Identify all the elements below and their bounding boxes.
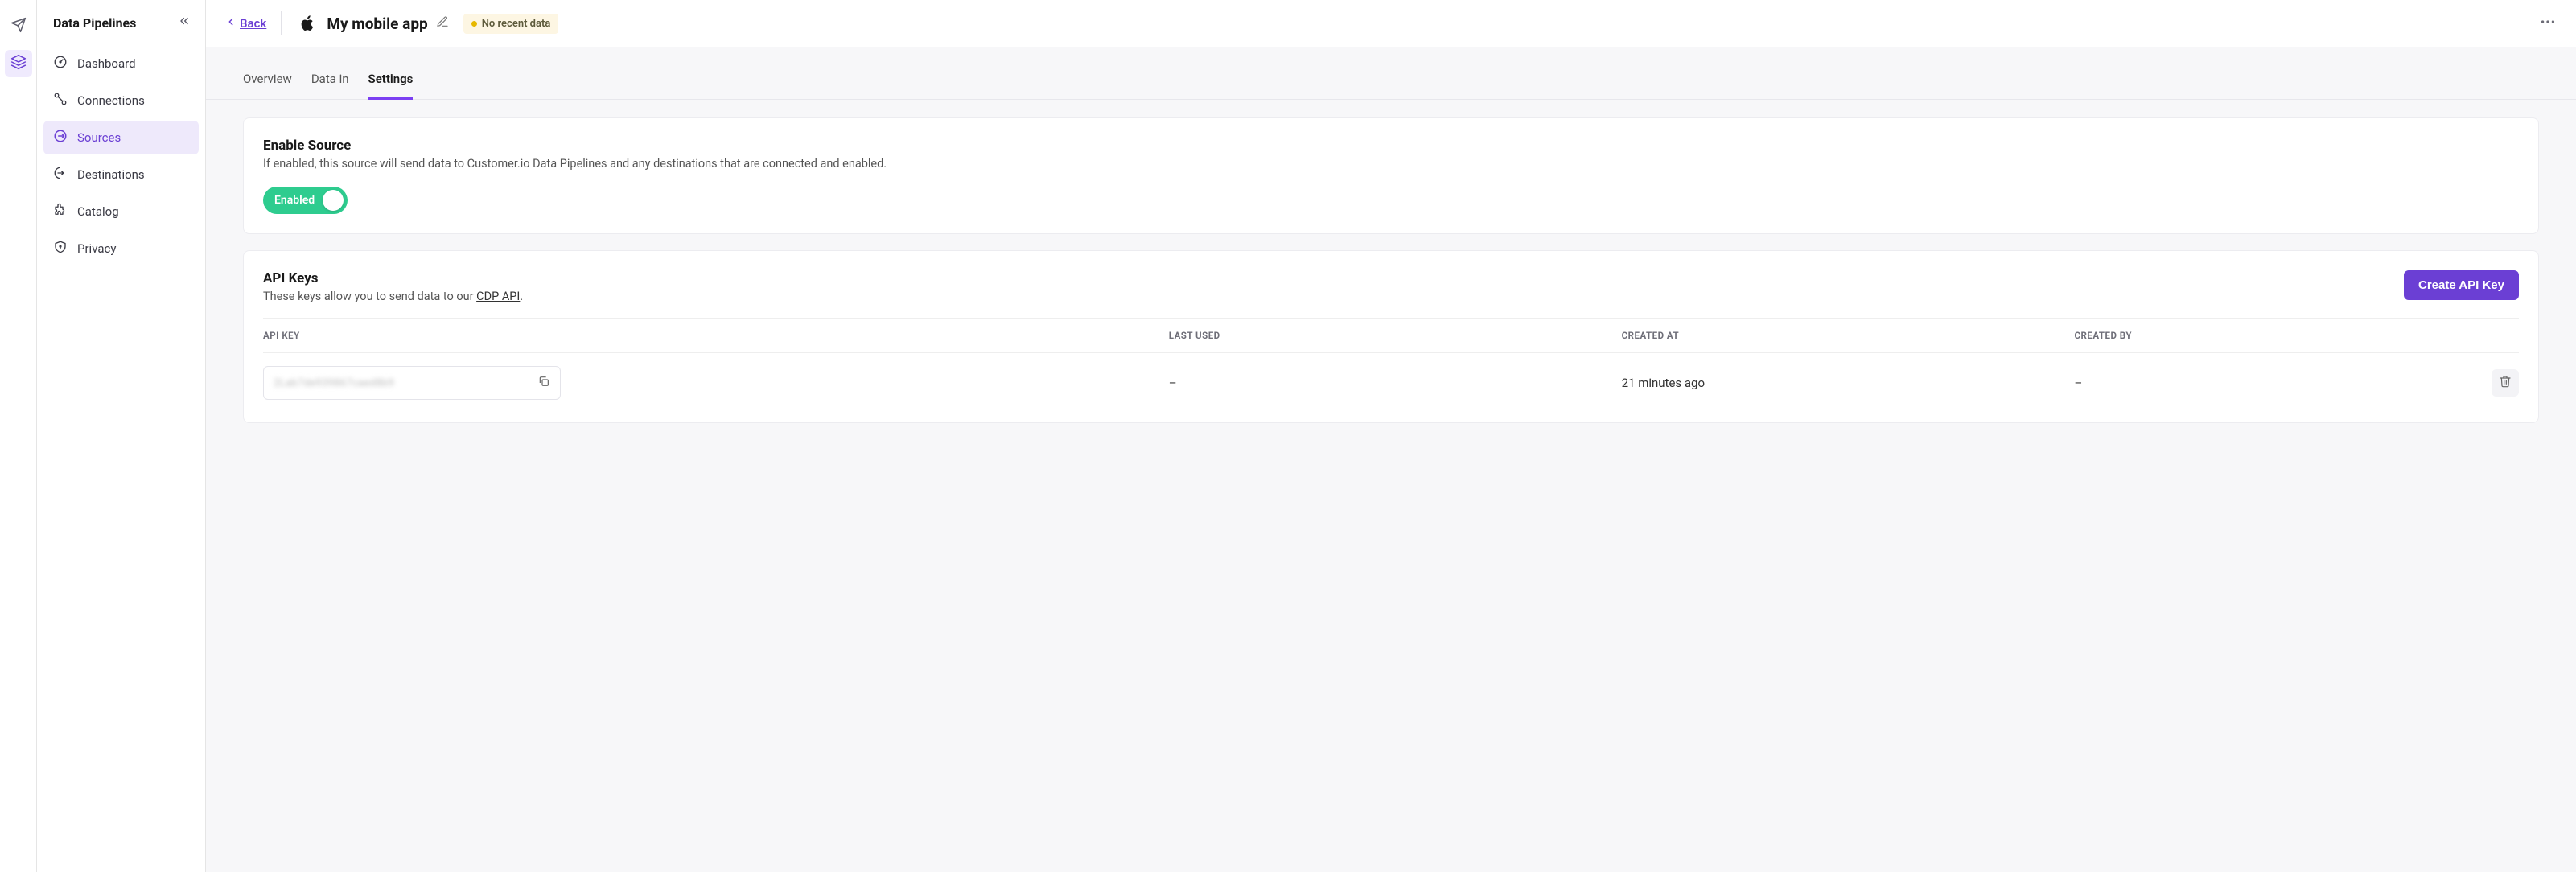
main-area: Back My mobile app No recent data Overvi…	[206, 0, 2576, 872]
api-keys-desc: These keys allow you to send data to our…	[263, 290, 523, 303]
col-api-key: API KEY	[263, 330, 1169, 341]
col-created-at: CREATED AT	[1622, 330, 2075, 341]
connections-icon	[53, 92, 68, 109]
shield-icon	[53, 240, 68, 257]
sidebar-item-privacy[interactable]: Privacy	[43, 232, 199, 265]
api-keys-title: API Keys	[263, 270, 523, 286]
topbar: Back My mobile app No recent data	[206, 0, 2576, 47]
cell-created-at: 21 minutes ago	[1622, 376, 2075, 390]
sidebar-item-label: Destinations	[77, 167, 145, 182]
table-row: 2Lab7de939867caed8b9 – 21 minutes ago –	[263, 353, 2519, 403]
sidebar-item-label: Connections	[77, 93, 145, 108]
more-menu-icon[interactable]	[2539, 13, 2557, 34]
content: Enable Source If enabled, this source wi…	[206, 100, 2576, 441]
toggle-label: Enabled	[274, 194, 315, 207]
puzzle-icon	[53, 203, 68, 220]
rail-item-send[interactable]	[5, 13, 32, 40]
api-key-masked: 2Lab7de939867caed8b9	[274, 377, 394, 389]
col-last-used: LAST USED	[1169, 330, 1622, 341]
table-header: API KEY LAST USED CREATED AT CREATED BY	[263, 318, 2519, 353]
back-label: Back	[240, 16, 266, 31]
rail-item-layers[interactable]	[5, 50, 32, 77]
sidebar-item-sources[interactable]: Sources	[43, 121, 199, 154]
layers-icon	[10, 54, 27, 73]
cell-created-by: –	[2074, 376, 2471, 390]
chevron-left-icon	[225, 16, 237, 31]
cell-last-used: –	[1169, 376, 1622, 390]
collapse-sidebar-icon[interactable]	[178, 14, 191, 31]
enable-source-card: Enable Source If enabled, this source wi…	[243, 117, 2539, 234]
status-dot-icon	[471, 21, 477, 27]
sidebar-item-connections[interactable]: Connections	[43, 84, 199, 117]
sidebar-item-label: Privacy	[77, 241, 116, 256]
col-created-by: CREATED BY	[2074, 330, 2471, 341]
tab-overview[interactable]: Overview	[243, 64, 292, 100]
sidebar-title: Data Pipelines	[53, 15, 136, 31]
tab-settings[interactable]: Settings	[368, 64, 414, 100]
trash-icon	[2499, 375, 2512, 391]
api-keys-desc-prefix: These keys allow you to send data to our	[263, 290, 476, 303]
gauge-icon	[53, 55, 68, 72]
apple-icon	[296, 12, 319, 35]
sources-icon	[53, 129, 68, 146]
cdp-api-link[interactable]: CDP API	[476, 290, 520, 303]
sidebar-item-label: Sources	[77, 130, 121, 145]
edit-icon[interactable]	[436, 15, 449, 31]
status-text: No recent data	[482, 18, 551, 30]
sidebar-item-label: Dashboard	[77, 56, 136, 71]
enable-source-desc: If enabled, this source will send data t…	[263, 157, 2519, 171]
separator	[281, 11, 282, 35]
status-badge: No recent data	[463, 14, 559, 34]
toggle-knob-icon	[323, 190, 344, 211]
api-keys-desc-suffix: .	[520, 290, 523, 303]
destinations-icon	[53, 166, 68, 183]
paper-plane-icon	[10, 17, 27, 36]
sidebar-item-destinations[interactable]: Destinations	[43, 158, 199, 191]
tab-data-in[interactable]: Data in	[311, 64, 349, 100]
source-identity: My mobile app	[296, 12, 448, 35]
delete-key-button[interactable]	[2492, 369, 2519, 397]
create-api-key-button[interactable]: Create API Key	[2404, 270, 2519, 300]
sidebar: Data Pipelines Dashboard Connections Sou…	[37, 0, 206, 872]
page-title: My mobile app	[327, 14, 427, 33]
api-key-field[interactable]: 2Lab7de939867caed8b9	[263, 366, 561, 400]
app-rail	[0, 0, 37, 872]
sidebar-item-dashboard[interactable]: Dashboard	[43, 47, 199, 80]
copy-icon[interactable]	[537, 375, 550, 391]
tabs-bar: Overview Data in Settings	[206, 47, 2576, 100]
sidebar-item-catalog[interactable]: Catalog	[43, 195, 199, 228]
api-keys-card: API Keys These keys allow you to send da…	[243, 250, 2539, 423]
enable-toggle[interactable]: Enabled	[263, 187, 348, 214]
enable-source-title: Enable Source	[263, 138, 2519, 154]
api-keys-table: API KEY LAST USED CREATED AT CREATED BY …	[263, 318, 2519, 403]
sidebar-item-label: Catalog	[77, 204, 119, 219]
back-link[interactable]: Back	[225, 16, 266, 31]
